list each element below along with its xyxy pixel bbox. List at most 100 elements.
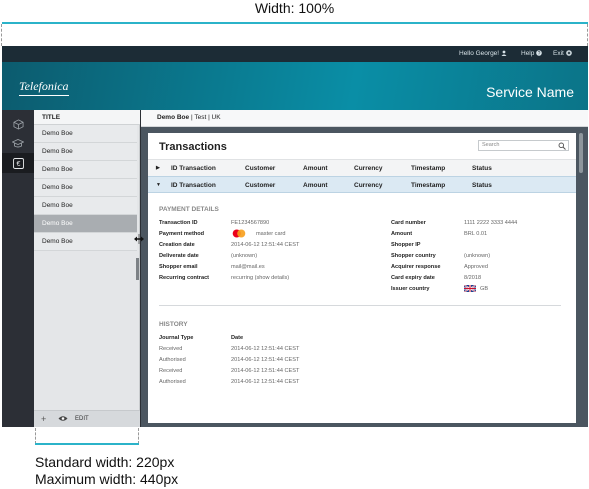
- view-button[interactable]: [58, 415, 68, 424]
- sidebar-item[interactable]: Demo Boe: [34, 233, 137, 251]
- maximum-width-label: Maximum width: 440px: [35, 471, 179, 487]
- detail-label: Issuer country: [391, 286, 430, 292]
- width-indicator-line: [2, 22, 588, 24]
- user-greeting[interactable]: Hello George!: [459, 50, 507, 57]
- detail-label: Deliverate date: [159, 253, 199, 259]
- column-header[interactable]: ID Transaction: [171, 182, 216, 189]
- history-cell: 2014-06-12 12:51:44 CEST: [231, 357, 300, 363]
- eye-icon: [58, 416, 68, 421]
- payment-details-title: PAYMENT DETAILS: [159, 206, 219, 213]
- top-bar: Hello George! Help ? Exit: [2, 46, 588, 62]
- sidebar-width-guide-left: [35, 428, 36, 444]
- detail-value: GB: [480, 286, 489, 292]
- column-header[interactable]: Status: [472, 182, 492, 189]
- show-details-link[interactable]: recurring (show details): [231, 275, 289, 281]
- detail-value: BRL 0.01: [464, 231, 488, 237]
- breadcrumb-current[interactable]: Demo Boe: [157, 114, 189, 121]
- column-header[interactable]: Status: [472, 165, 492, 172]
- history-cell: Received: [159, 368, 183, 374]
- sidebar-item[interactable]: Demo Boe: [34, 125, 137, 143]
- section-divider: [159, 305, 561, 306]
- sidebar-item[interactable]: Demo Boe: [34, 143, 137, 161]
- column-header[interactable]: Timestamp: [411, 165, 445, 172]
- header-banner: Telefonica Service Name: [2, 62, 588, 110]
- sidebar-item[interactable]: Demo Boe: [34, 161, 137, 179]
- column-header[interactable]: Customer: [245, 182, 275, 189]
- uk-flag-icon: [464, 285, 476, 292]
- sidebar-title: TITLE: [34, 110, 140, 125]
- sidebar-width-indicator: [35, 443, 139, 445]
- column-header[interactable]: Amount: [303, 182, 328, 189]
- rail-item-payments[interactable]: €: [2, 153, 34, 173]
- panel-title: Transactions: [159, 141, 227, 153]
- width-annotation: Width: 100%: [254, 0, 335, 16]
- detail-value: Approved: [464, 264, 488, 270]
- breadcrumb: Demo Boe | Test | UK: [141, 110, 588, 127]
- sidebar-width-guide-right: [138, 428, 139, 444]
- sidebar-item-selected[interactable]: Demo Boe: [34, 215, 137, 233]
- sidebar: TITLE Demo Boe Demo Boe Demo Boe Demo Bo…: [34, 110, 140, 427]
- icon-rail: €: [2, 110, 34, 427]
- cube-icon: [13, 118, 23, 130]
- resize-cursor-icon: [134, 234, 144, 247]
- euro-icon: €: [12, 157, 24, 169]
- standard-width-label: Standard width: 220px: [35, 454, 175, 470]
- detail-label: Transaction ID: [159, 220, 198, 226]
- history-cell: 2014-06-12 12:51:44 CEST: [231, 346, 300, 352]
- expand-triangle-icon[interactable]: ▶: [156, 165, 160, 171]
- column-header[interactable]: Timestamp: [411, 182, 445, 189]
- width-guide-left: [1, 24, 2, 46]
- column-header[interactable]: ID Transaction: [171, 165, 216, 172]
- svg-text:?: ?: [538, 51, 541, 56]
- history-cell: Received: [159, 346, 183, 352]
- history-cell: Authorised: [159, 379, 186, 385]
- rail-item-products[interactable]: [2, 114, 34, 134]
- mastercard-icon: [232, 229, 246, 238]
- rail-item-training[interactable]: [2, 133, 34, 153]
- width-guide-right: [587, 24, 588, 46]
- telefonica-logo[interactable]: Telefonica: [19, 79, 69, 94]
- sidebar-item[interactable]: Demo Boe: [34, 179, 137, 197]
- column-header[interactable]: Customer: [245, 165, 275, 172]
- search-icon[interactable]: [558, 142, 566, 150]
- detail-value: (unknown): [231, 253, 258, 259]
- column-header[interactable]: Currency: [354, 182, 383, 189]
- help-link[interactable]: Help ?: [521, 50, 542, 57]
- detail-value: mail@mail.es: [231, 264, 265, 270]
- search-placeholder: Search: [482, 142, 500, 148]
- detail-value: (unknown): [464, 253, 491, 259]
- detail-label: Shopper country: [391, 253, 436, 259]
- table-row-expanded[interactable]: ▼ ID Transaction Customer Amount Currenc…: [148, 176, 576, 193]
- svg-text:€: €: [16, 161, 20, 168]
- edit-button[interactable]: EDIT: [75, 416, 89, 422]
- add-button[interactable]: +: [41, 414, 46, 424]
- detail-value: FE1234567890: [231, 220, 270, 226]
- service-name: Service Name: [486, 84, 574, 100]
- detail-label: Acquirer response: [391, 264, 441, 270]
- search-input[interactable]: Search: [478, 140, 569, 151]
- sidebar-list: Demo Boe Demo Boe Demo Boe Demo Boe Demo…: [34, 125, 137, 251]
- transactions-panel: Transactions Search ▶ ID Transaction Cus…: [148, 133, 576, 423]
- exit-link[interactable]: Exit: [553, 50, 572, 57]
- history-cell: 2014-06-12 12:51:44 CEST: [231, 379, 300, 385]
- sidebar-width-note: Standard width: 220px Maximum width: 440…: [35, 454, 178, 488]
- column-header[interactable]: Amount: [303, 165, 328, 172]
- sidebar-footer: + EDIT: [34, 410, 140, 427]
- detail-label: Amount: [391, 231, 413, 237]
- main-scrollbar[interactable]: [579, 133, 583, 173]
- collapse-triangle-icon[interactable]: ▼: [156, 182, 161, 188]
- app-window: Hello George! Help ? Exit Telefonica Ser…: [2, 46, 588, 427]
- detail-label: Card expiry date: [391, 275, 435, 281]
- detail-value: 2014-06-12 12:51:44 CEST: [231, 242, 300, 248]
- column-header[interactable]: Currency: [354, 165, 383, 172]
- detail-value: 8/2018: [464, 275, 482, 281]
- logo-underline: [19, 95, 69, 96]
- history-column-header: Date: [231, 335, 244, 341]
- user-icon: [501, 50, 507, 56]
- detail-label: Shopper email: [159, 264, 198, 270]
- breadcrumb-path: | Test | UK: [189, 114, 221, 121]
- table-row-collapsed[interactable]: ▶ ID Transaction Customer Amount Currenc…: [148, 159, 576, 176]
- sidebar-resize-handle[interactable]: [136, 258, 139, 280]
- history-title: HISTORY: [159, 321, 188, 328]
- sidebar-item[interactable]: Demo Boe: [34, 197, 137, 215]
